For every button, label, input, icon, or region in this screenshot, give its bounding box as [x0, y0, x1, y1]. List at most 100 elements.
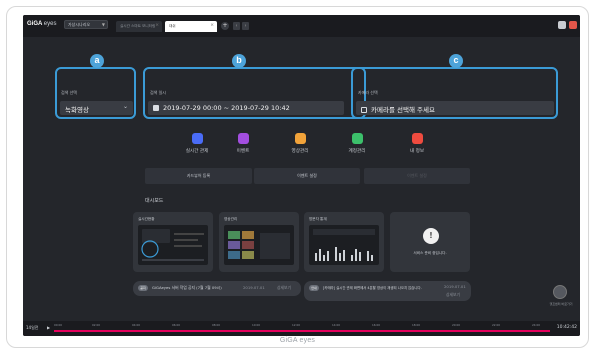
card-visitor-statistics[interactable]: 방문자 통계 [304, 212, 384, 272]
tab-label: 대쉬 [169, 24, 176, 28]
service-preparing-text: 서비스 준비 중입니다. [413, 251, 447, 255]
current-time: 10:42:42 [556, 325, 577, 330]
camera-select-placeholder: 카메라를 선택해 주세요 [371, 106, 435, 114]
timeline-range-label: 14일전 [26, 325, 39, 330]
quick-label: 이벤트 [236, 149, 250, 154]
notice-tag: 공지 [138, 285, 148, 291]
timeline-tick: 10:00 [252, 323, 261, 327]
camera-select-label: 카메라 선택 [358, 90, 378, 95]
card-video-management[interactable]: 영상관리 [219, 212, 299, 272]
notice-date: 2019.07.01 [444, 284, 466, 289]
quick-video-management[interactable]: 영상관리 [280, 133, 320, 154]
notice-more[interactable]: 상세보기 [446, 292, 460, 298]
video-management-thumbnail [224, 225, 294, 265]
register-card-button[interactable]: 카드뷰어 등록 [145, 168, 252, 184]
notice-text: [카메라] 실시간 관제 화면에서 4분할 영상이 재생되 나오지 않습니다. [323, 286, 422, 290]
search-type-label: 검색 선택 [61, 90, 77, 95]
quick-label: 계정관리 [348, 149, 366, 154]
site-select[interactable]: 가상시나리오 ▼ [64, 20, 108, 29]
account-management-icon [351, 133, 363, 144]
event-settings-button-disabled[interactable]: 이벤트 설정 [364, 168, 470, 184]
camera-select-field[interactable]: 카메라를 선택해 주세요 [356, 101, 554, 115]
timeline-tick: 00:00 [54, 323, 63, 327]
close-icon[interactable]: × [210, 23, 214, 28]
site-select-value: 가상시나리오 [68, 22, 91, 27]
timeline-tick: 18:00 [412, 323, 421, 327]
timeline-tick: 24:00 [532, 323, 541, 327]
quick-event[interactable]: 이벤트 [223, 133, 263, 154]
help-center-label: 헬프센터 바로가기 [549, 302, 573, 306]
app-screen: GiGA eyes 가상시나리오 ▼ 실시간 스마트 모니터링 × 대쉬 × +… [23, 15, 580, 336]
search-period-field[interactable]: 2019-07-29 00:00 ~ 2019-07-29 10:42 [148, 101, 344, 115]
timeline-track[interactable]: 00:00 02:00 04:00 06:00 08:00 10:00 12:0… [54, 322, 550, 333]
tab-live-monitoring[interactable]: 실시간 스마트 모니터링 × [116, 21, 162, 32]
card-title: 방문자 통계 [309, 217, 327, 221]
timeline-tick: 12:00 [292, 323, 301, 327]
notice-text: GiGAeyes 서버 작업 공지 (7월 7월 09시) [152, 285, 222, 290]
add-tab-button[interactable]: + [221, 22, 229, 30]
tab-dashboard[interactable]: 대쉬 × [165, 21, 217, 32]
search-type-select[interactable]: 녹화영상 ⌄ [60, 101, 133, 115]
quick-live-monitoring[interactable]: 실시간 관제 [177, 133, 217, 154]
chevron-down-icon: ⌄ [122, 103, 128, 110]
card-service-preparing: ! 서비스 준비 중입니다. [390, 212, 470, 272]
my-info-icon [411, 133, 423, 144]
timeline-tick: 20:00 [452, 323, 461, 327]
tab-label: 실시간 스마트 모니터링 [120, 24, 156, 28]
user-icon[interactable] [569, 21, 577, 29]
tab-prev-button[interactable]: ‹ [233, 22, 240, 30]
top-bar: GiGA eyes 가상시나리오 ▼ 실시간 스마트 모니터링 × 대쉬 × +… [23, 15, 580, 37]
timeline-tick: 14:00 [332, 323, 341, 327]
close-icon[interactable]: × [155, 23, 159, 28]
notice-item[interactable]: 안내 [카메라] 실시간 관제 화면에서 4분할 영상이 재생되 나오지 않습니… [304, 281, 471, 301]
timeline-recorded-bar [54, 330, 550, 332]
quick-label: 영상관리 [291, 149, 309, 154]
notice-more[interactable]: 상세보기 [277, 285, 291, 291]
help-center-button[interactable] [553, 285, 567, 299]
card-realtime-status[interactable]: 실시간현황 [133, 212, 213, 272]
card-title: 실시간현황 [138, 217, 155, 221]
logo: GiGA eyes [27, 21, 56, 27]
timeline-tick: 16:00 [372, 323, 381, 327]
realtime-status-preview [141, 229, 204, 261]
live-monitoring-icon [191, 133, 203, 144]
visitor-statistics-preview [313, 229, 375, 261]
callout-a: a [90, 54, 104, 68]
search-period-label: 검색 일시 [150, 90, 166, 95]
timeline-tick: 06:00 [172, 323, 181, 327]
card-title: 영상관리 [224, 217, 238, 221]
video-management-icon [294, 133, 306, 144]
logo-suffix: eyes [43, 21, 57, 27]
dropdown-caret-icon: ▼ [101, 22, 105, 27]
logo-brand: GiGA [27, 21, 43, 27]
notice-item[interactable]: 공지 GiGAeyes 서버 작업 공지 (7월 7월 09시) 2019.07… [133, 281, 301, 296]
quick-label: 내 정보 [409, 149, 425, 154]
camera-icon [361, 107, 367, 113]
footer-brand: GiGA eyes [279, 337, 316, 344]
quick-my-info[interactable]: 내 정보 [397, 133, 437, 154]
timeline-tick: 04:00 [132, 323, 141, 327]
search-period-value: 2019-07-29 00:00 ~ 2019-07-29 10:42 [163, 104, 290, 112]
realtime-status-thumbnail [138, 225, 208, 265]
quick-account-management[interactable]: 계정관리 [337, 133, 377, 154]
callout-b: b [232, 54, 246, 68]
exclamation-icon: ! [423, 228, 439, 244]
timeline-bar[interactable]: 14일전 ▶ 00:00 02:00 04:00 06:00 08:00 10:… [23, 321, 580, 336]
visitor-statistics-thumbnail [309, 225, 379, 265]
timeline-tick: 08:00 [212, 323, 221, 327]
event-settings-button[interactable]: 이벤트 설정 [254, 168, 360, 184]
quick-label: 실시간 관제 [185, 149, 209, 154]
dashboard-title: 대시보드 [145, 198, 164, 204]
event-icon [237, 133, 249, 144]
tab-next-button[interactable]: › [242, 22, 249, 30]
settings-icon[interactable] [558, 21, 566, 29]
search-type-value: 녹화영상 [65, 106, 89, 114]
timeline-tick: 02:00 [92, 323, 101, 327]
callout-c: c [449, 54, 463, 68]
video-management-preview [228, 231, 290, 259]
timeline-tick: 22:00 [492, 323, 501, 327]
notice-tag: 안내 [309, 285, 319, 291]
play-icon[interactable]: ▶ [47, 325, 50, 330]
notice-date: 2019.07.01 [243, 285, 265, 290]
calendar-icon [153, 105, 159, 111]
